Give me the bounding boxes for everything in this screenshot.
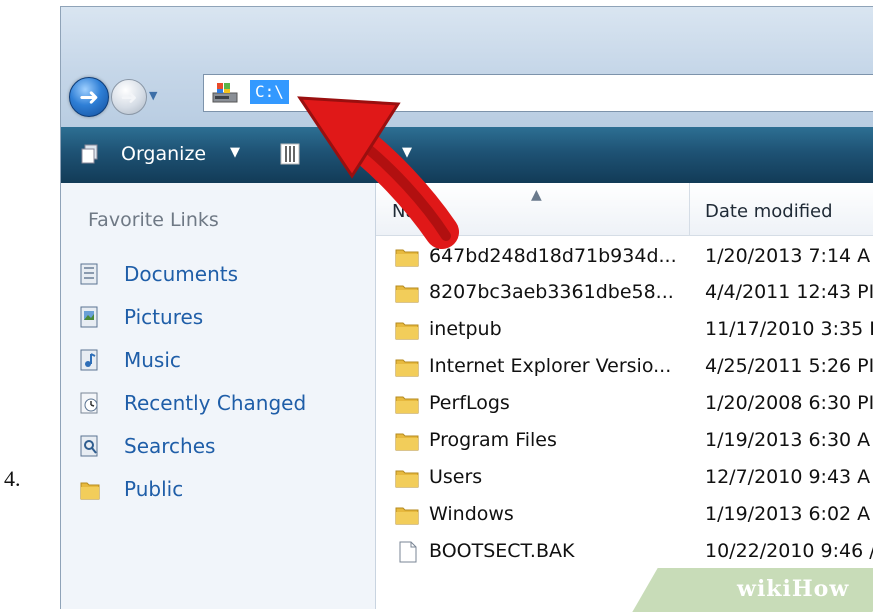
forward-button[interactable]: ➜: [111, 79, 147, 115]
favorite-links-heading: Favorite Links: [88, 209, 219, 231]
organize-icon: [81, 144, 98, 164]
sidebar-item-public[interactable]: Public: [61, 469, 375, 509]
folder-icon: [395, 433, 419, 451]
sidebar-item-label: Pictures: [124, 305, 204, 329]
folder-icon: [395, 285, 419, 303]
file-name: Program Files: [429, 429, 557, 451]
views-chevron-down-icon[interactable]: ▼: [402, 145, 412, 160]
folder-icon: [395, 470, 419, 488]
folder-icon: [395, 359, 419, 377]
sidebar-item-label: Music: [124, 348, 181, 372]
column-header: ▲ Name Date modified: [376, 183, 873, 236]
navigation-pane: Favorite Links Documents Pictures Music …: [61, 183, 376, 609]
sidebar-item-recently-changed[interactable]: Recently Changed: [61, 383, 375, 423]
chevron-down-icon[interactable]: ▼: [230, 145, 240, 160]
file-date: 4/4/2011 12:43 PI: [705, 281, 873, 303]
sidebar-item-label: Public: [124, 477, 184, 501]
recently-changed-icon: [80, 392, 98, 414]
title-bar: ➜ ➜ ▼ C:\: [61, 7, 873, 127]
file-row[interactable]: 647bd248d18d71b934d... 1/20/2013 7:14 A: [376, 239, 873, 275]
sidebar-item-label: Searches: [124, 434, 216, 458]
file-row[interactable]: Internet Explorer Versio... 4/25/2011 5:…: [376, 349, 873, 385]
file-date: 1/20/2008 6:30 PI: [705, 392, 873, 414]
sidebar-item-searches[interactable]: Searches: [61, 426, 375, 466]
file-row[interactable]: inetpub 11/17/2010 3:35 I: [376, 312, 873, 348]
file-date: 1/19/2013 6:30 A: [705, 429, 871, 451]
searches-icon: [80, 435, 98, 457]
pictures-icon: [80, 306, 98, 328]
step-number: 4.: [4, 466, 21, 491]
folder-icon: [395, 249, 419, 267]
explorer-window: ➜ ➜ ▼ C:\ Organize ▼ ▼ Favorite Links Do…: [60, 6, 873, 609]
file-name: Internet Explorer Versio...: [429, 355, 672, 377]
file-name: Users: [429, 466, 483, 488]
address-bar[interactable]: C:\: [203, 74, 873, 112]
folder-icon: [395, 507, 419, 525]
folder-icon: [395, 322, 419, 340]
file-date: 1/19/2013 6:02 A: [705, 503, 871, 525]
sidebar-item-pictures[interactable]: Pictures: [61, 297, 375, 337]
file-date: 1/20/2013 7:14 A: [705, 245, 871, 267]
sidebar-item-label: Recently Changed: [124, 391, 307, 415]
forward-arrow-icon: ➜: [120, 85, 138, 109]
file-icon: [399, 541, 417, 563]
file-name: inetpub: [429, 318, 502, 340]
watermark-logo: wikiHow: [737, 576, 850, 602]
folder-icon: [395, 396, 419, 414]
file-date: 11/17/2010 3:35 I: [705, 318, 873, 340]
file-name: Windows: [429, 503, 514, 525]
sort-ascending-icon: ▲: [531, 187, 542, 203]
sidebar-item-label: Documents: [124, 262, 239, 286]
file-date: 10/22/2010 9:46 /: [705, 540, 873, 562]
folder-icon: [80, 482, 100, 500]
file-date: 4/25/2011 5:26 PI: [705, 355, 873, 377]
file-row[interactable]: Program Files 1/19/2013 6:30 A: [376, 423, 873, 459]
views-icon[interactable]: [279, 142, 301, 166]
column-date-modified[interactable]: Date modified: [705, 201, 833, 222]
music-icon: [80, 349, 98, 371]
back-arrow-icon: ➜: [78, 83, 100, 111]
file-row[interactable]: Windows 1/19/2013 6:02 A: [376, 497, 873, 533]
history-dropdown-icon[interactable]: ▼: [149, 89, 161, 102]
file-row[interactable]: BOOTSECT.BAK 10/22/2010 9:46 /: [376, 534, 873, 570]
file-list-pane: ▲ Name Date modified 647bd248d18d71b934d…: [376, 183, 873, 609]
file-row[interactable]: Users 12/7/2010 9:43 A: [376, 460, 873, 496]
file-row[interactable]: 8207bc3aeb3361dbe58... 4/4/2011 12:43 PI: [376, 275, 873, 311]
file-row[interactable]: PerfLogs 1/20/2008 6:30 PI: [376, 386, 873, 422]
address-path[interactable]: C:\: [250, 80, 289, 104]
column-name[interactable]: Name: [392, 201, 445, 222]
file-name: 8207bc3aeb3361dbe58...: [429, 281, 674, 303]
sidebar-item-music[interactable]: Music: [61, 340, 375, 380]
file-name: PerfLogs: [429, 392, 510, 414]
back-button[interactable]: ➜: [69, 77, 109, 117]
file-date: 12/7/2010 9:43 A: [705, 466, 871, 488]
command-toolbar: Organize ▼ ▼: [61, 127, 873, 183]
organize-menu[interactable]: Organize: [121, 143, 206, 165]
drive-icon: [212, 83, 238, 103]
column-divider[interactable]: [689, 183, 690, 235]
file-name: 647bd248d18d71b934d...: [429, 245, 677, 267]
file-name: BOOTSECT.BAK: [429, 540, 575, 562]
documents-icon: [80, 263, 98, 285]
sidebar-item-documents[interactable]: Documents: [61, 254, 375, 294]
